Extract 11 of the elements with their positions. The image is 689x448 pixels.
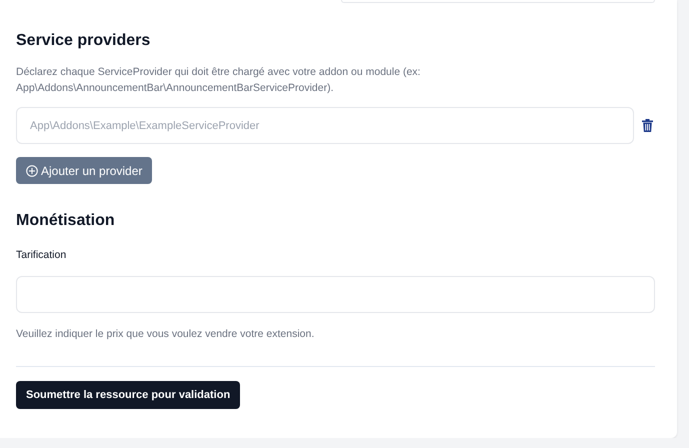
input-field[interactable]: App\Addons\Example\ExampleServiceProvider: [16, 107, 634, 144]
field-label: Tarification: [16, 248, 66, 262]
add-provider-button[interactable]: Ajouter un provider: [16, 157, 152, 184]
description-text: Déclarez chaque ServiceProvider qui doit être chargé avec votre addon ou module (ex: App\Addons\AnnouncementBar\AnnouncementBarServiceProvider).: [16, 65, 422, 96]
trash-icon[interactable]: [642, 119, 653, 132]
help-text: Veuillez indiquer le prix que vous voulez vendre votre extension.: [16, 327, 314, 341]
section-heading: Monétisation: [16, 211, 115, 231]
submit-button[interactable]: Soumettre la ressource pour validation: [16, 381, 240, 409]
section-heading: Service providers: [16, 31, 150, 51]
input-field[interactable]: [16, 276, 655, 313]
plus-circle-icon: [26, 164, 38, 176]
